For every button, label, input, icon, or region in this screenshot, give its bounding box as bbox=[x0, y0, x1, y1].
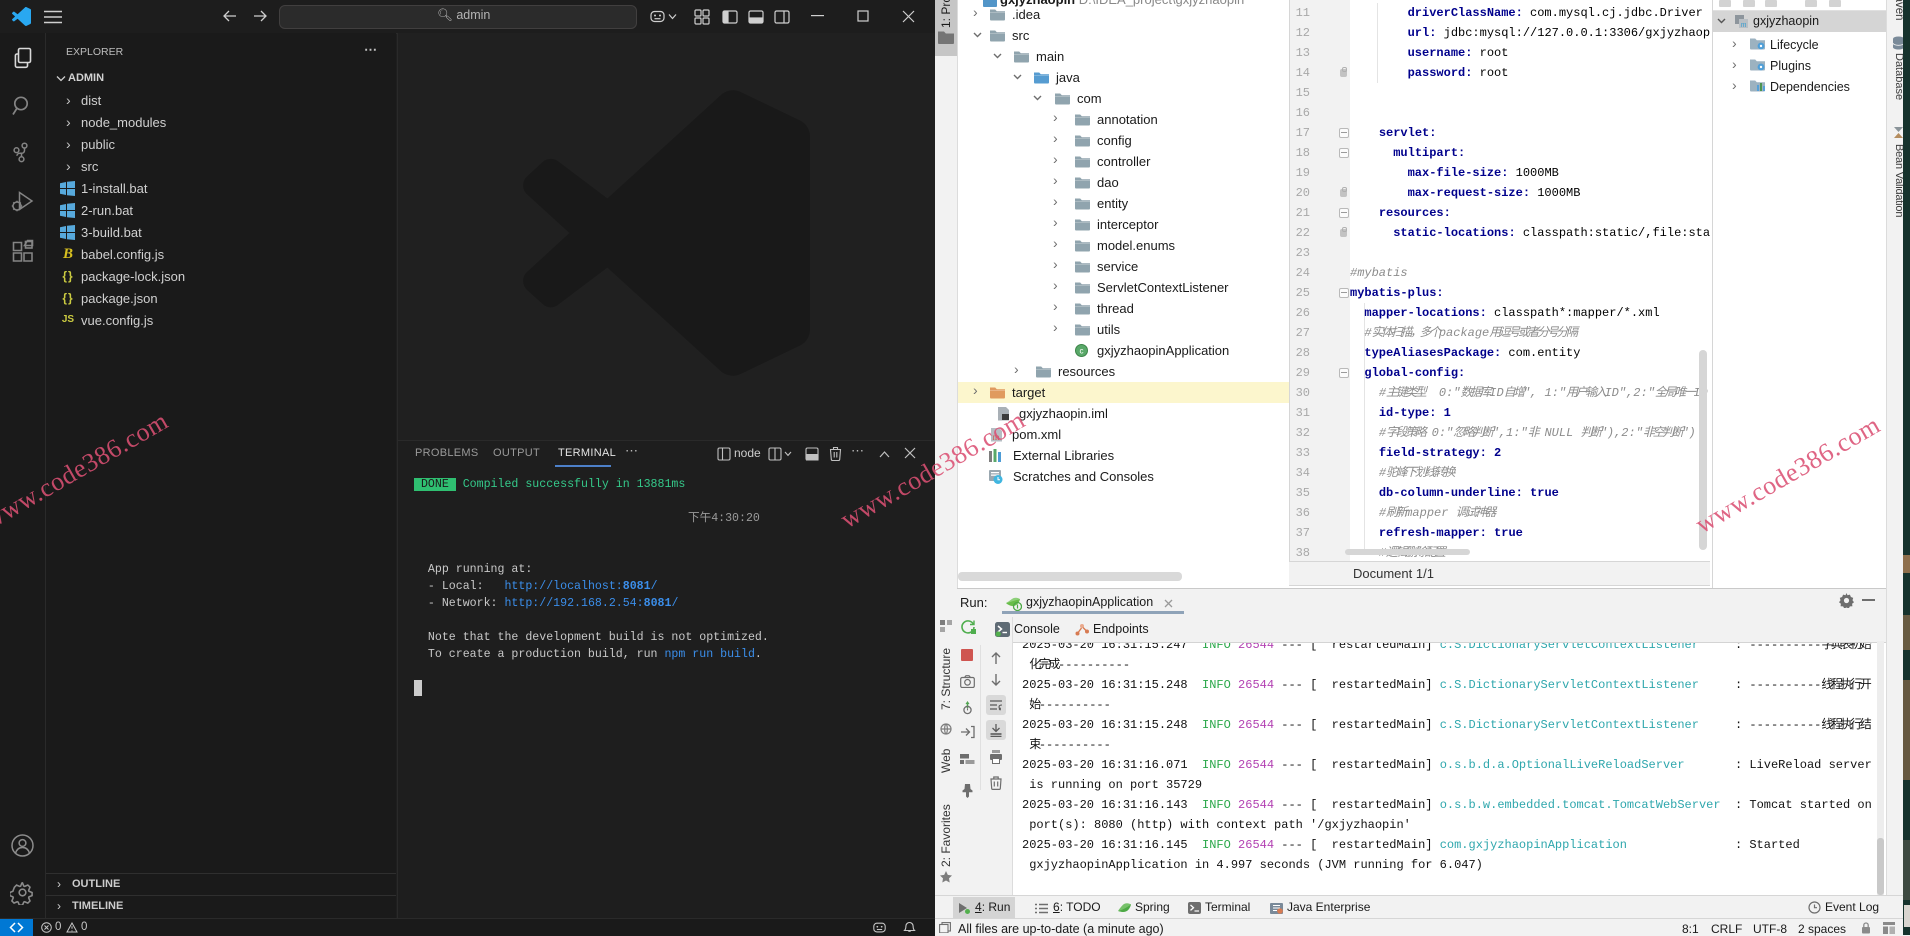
svg-text:c: c bbox=[1080, 347, 1084, 356]
svg-text:m: m bbox=[1741, 20, 1747, 28]
